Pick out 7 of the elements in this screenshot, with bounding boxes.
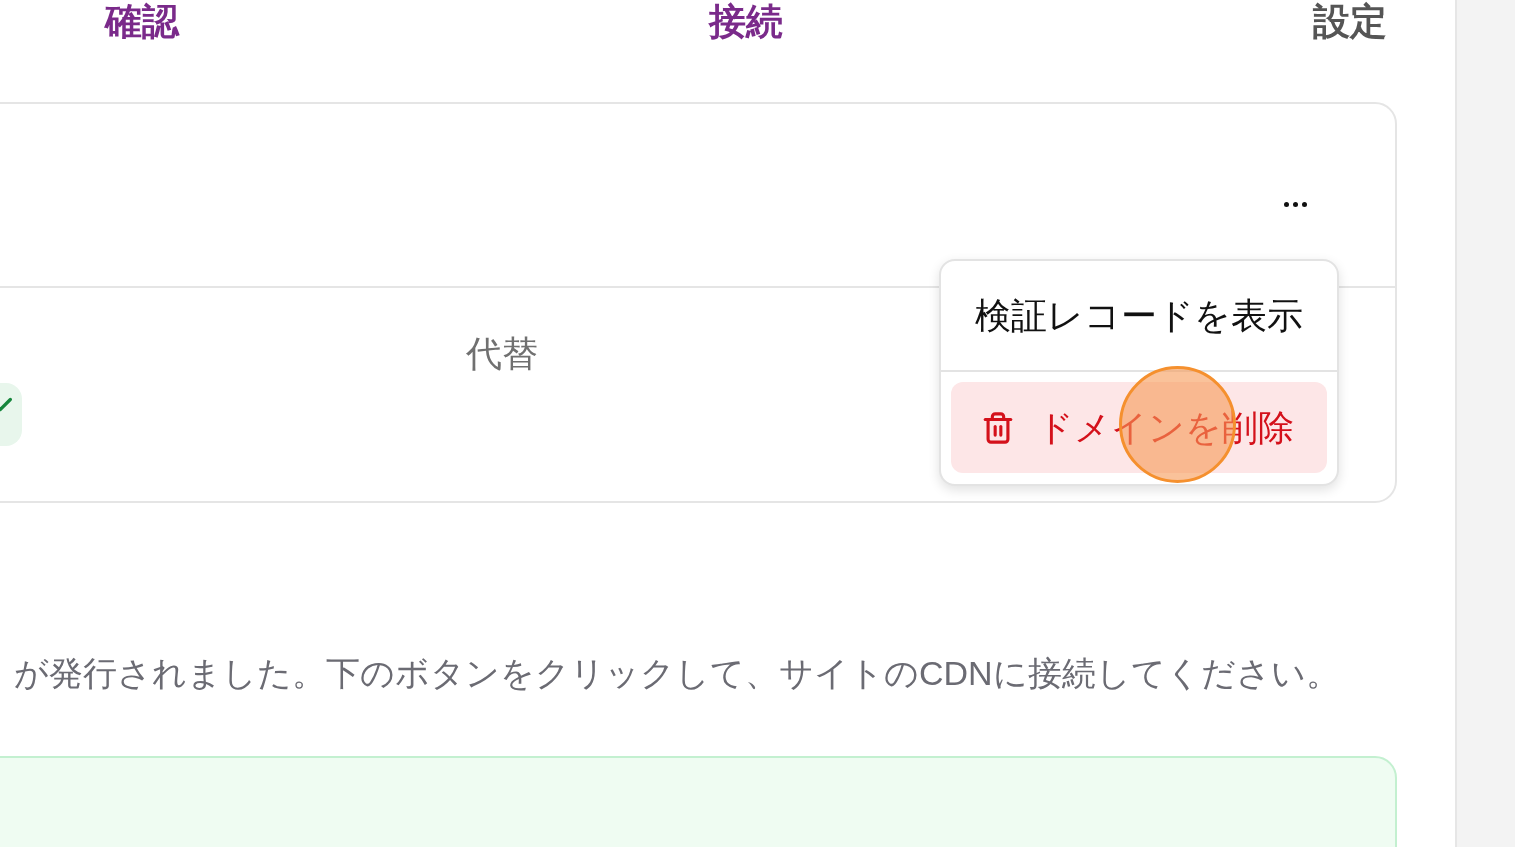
- step-label[interactable]: 確認: [105, 2, 179, 40]
- step-label[interactable]: 接続: [709, 2, 783, 40]
- menu-item[interactable]: 検証レコードを表示: [967, 293, 1311, 338]
- message-text: が発行されました。下のボタンをクリックして、サイトのCDNに接続してください。: [14, 656, 1341, 690]
- trash-icon: [981, 410, 1015, 445]
- column-header: 代替: [466, 336, 538, 372]
- step-label[interactable]: 設定: [1313, 2, 1387, 40]
